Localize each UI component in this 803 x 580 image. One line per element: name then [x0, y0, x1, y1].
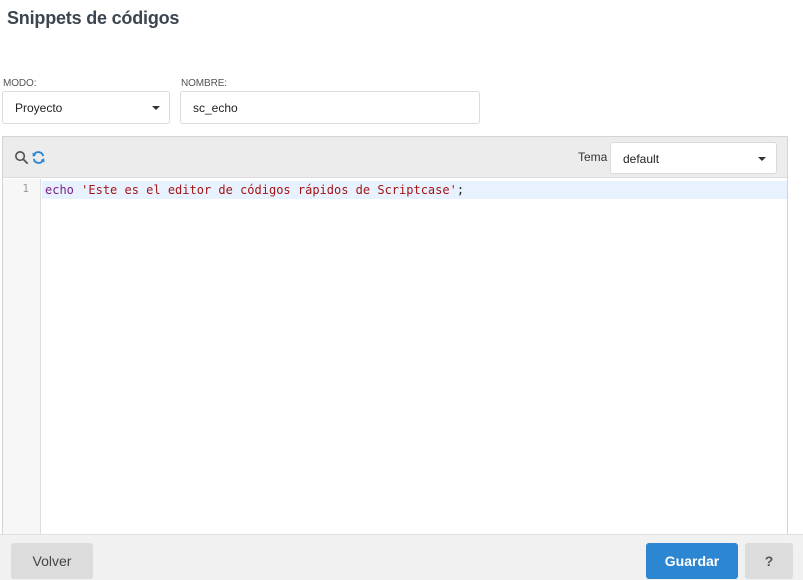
modo-select-value: Proyecto — [15, 101, 63, 115]
line-number: 1 — [22, 182, 29, 195]
tema-select-value: default — [623, 152, 660, 166]
search-icon[interactable] — [14, 150, 29, 165]
tema-select[interactable]: default — [610, 142, 777, 174]
line-gutter: 1 — [3, 179, 41, 535]
code-string: 'Este es el editor de códigos rápidos de… — [81, 183, 457, 197]
nombre-input[interactable] — [180, 91, 480, 124]
guardar-button[interactable]: Guardar — [646, 543, 738, 579]
caret-down-icon — [152, 106, 160, 110]
tema-label: Tema — [578, 150, 608, 164]
refresh-icon[interactable] — [31, 150, 46, 165]
code-editor: Tema default 1 echo 'Este es el editor d… — [2, 136, 788, 536]
modo-select[interactable]: Proyecto — [2, 91, 170, 124]
code-line[interactable]: echo 'Este es el editor de códigos rápid… — [42, 181, 787, 199]
volver-button[interactable]: Volver — [11, 543, 93, 579]
modo-label: MODO: — [3, 78, 37, 89]
editor-toolbar: Tema default — [3, 137, 787, 178]
caret-down-icon — [758, 157, 766, 161]
code-terminator: ; — [456, 183, 465, 197]
code-area[interactable]: echo 'Este es el editor de códigos rápid… — [42, 179, 787, 535]
nombre-label: NOMBRE: — [181, 78, 227, 89]
page-title: Snippets de códigos — [7, 8, 180, 28]
code-keyword: echo — [45, 183, 74, 197]
footer-bar: Volver Guardar ? — [0, 534, 803, 580]
help-button[interactable]: ? — [745, 543, 793, 579]
